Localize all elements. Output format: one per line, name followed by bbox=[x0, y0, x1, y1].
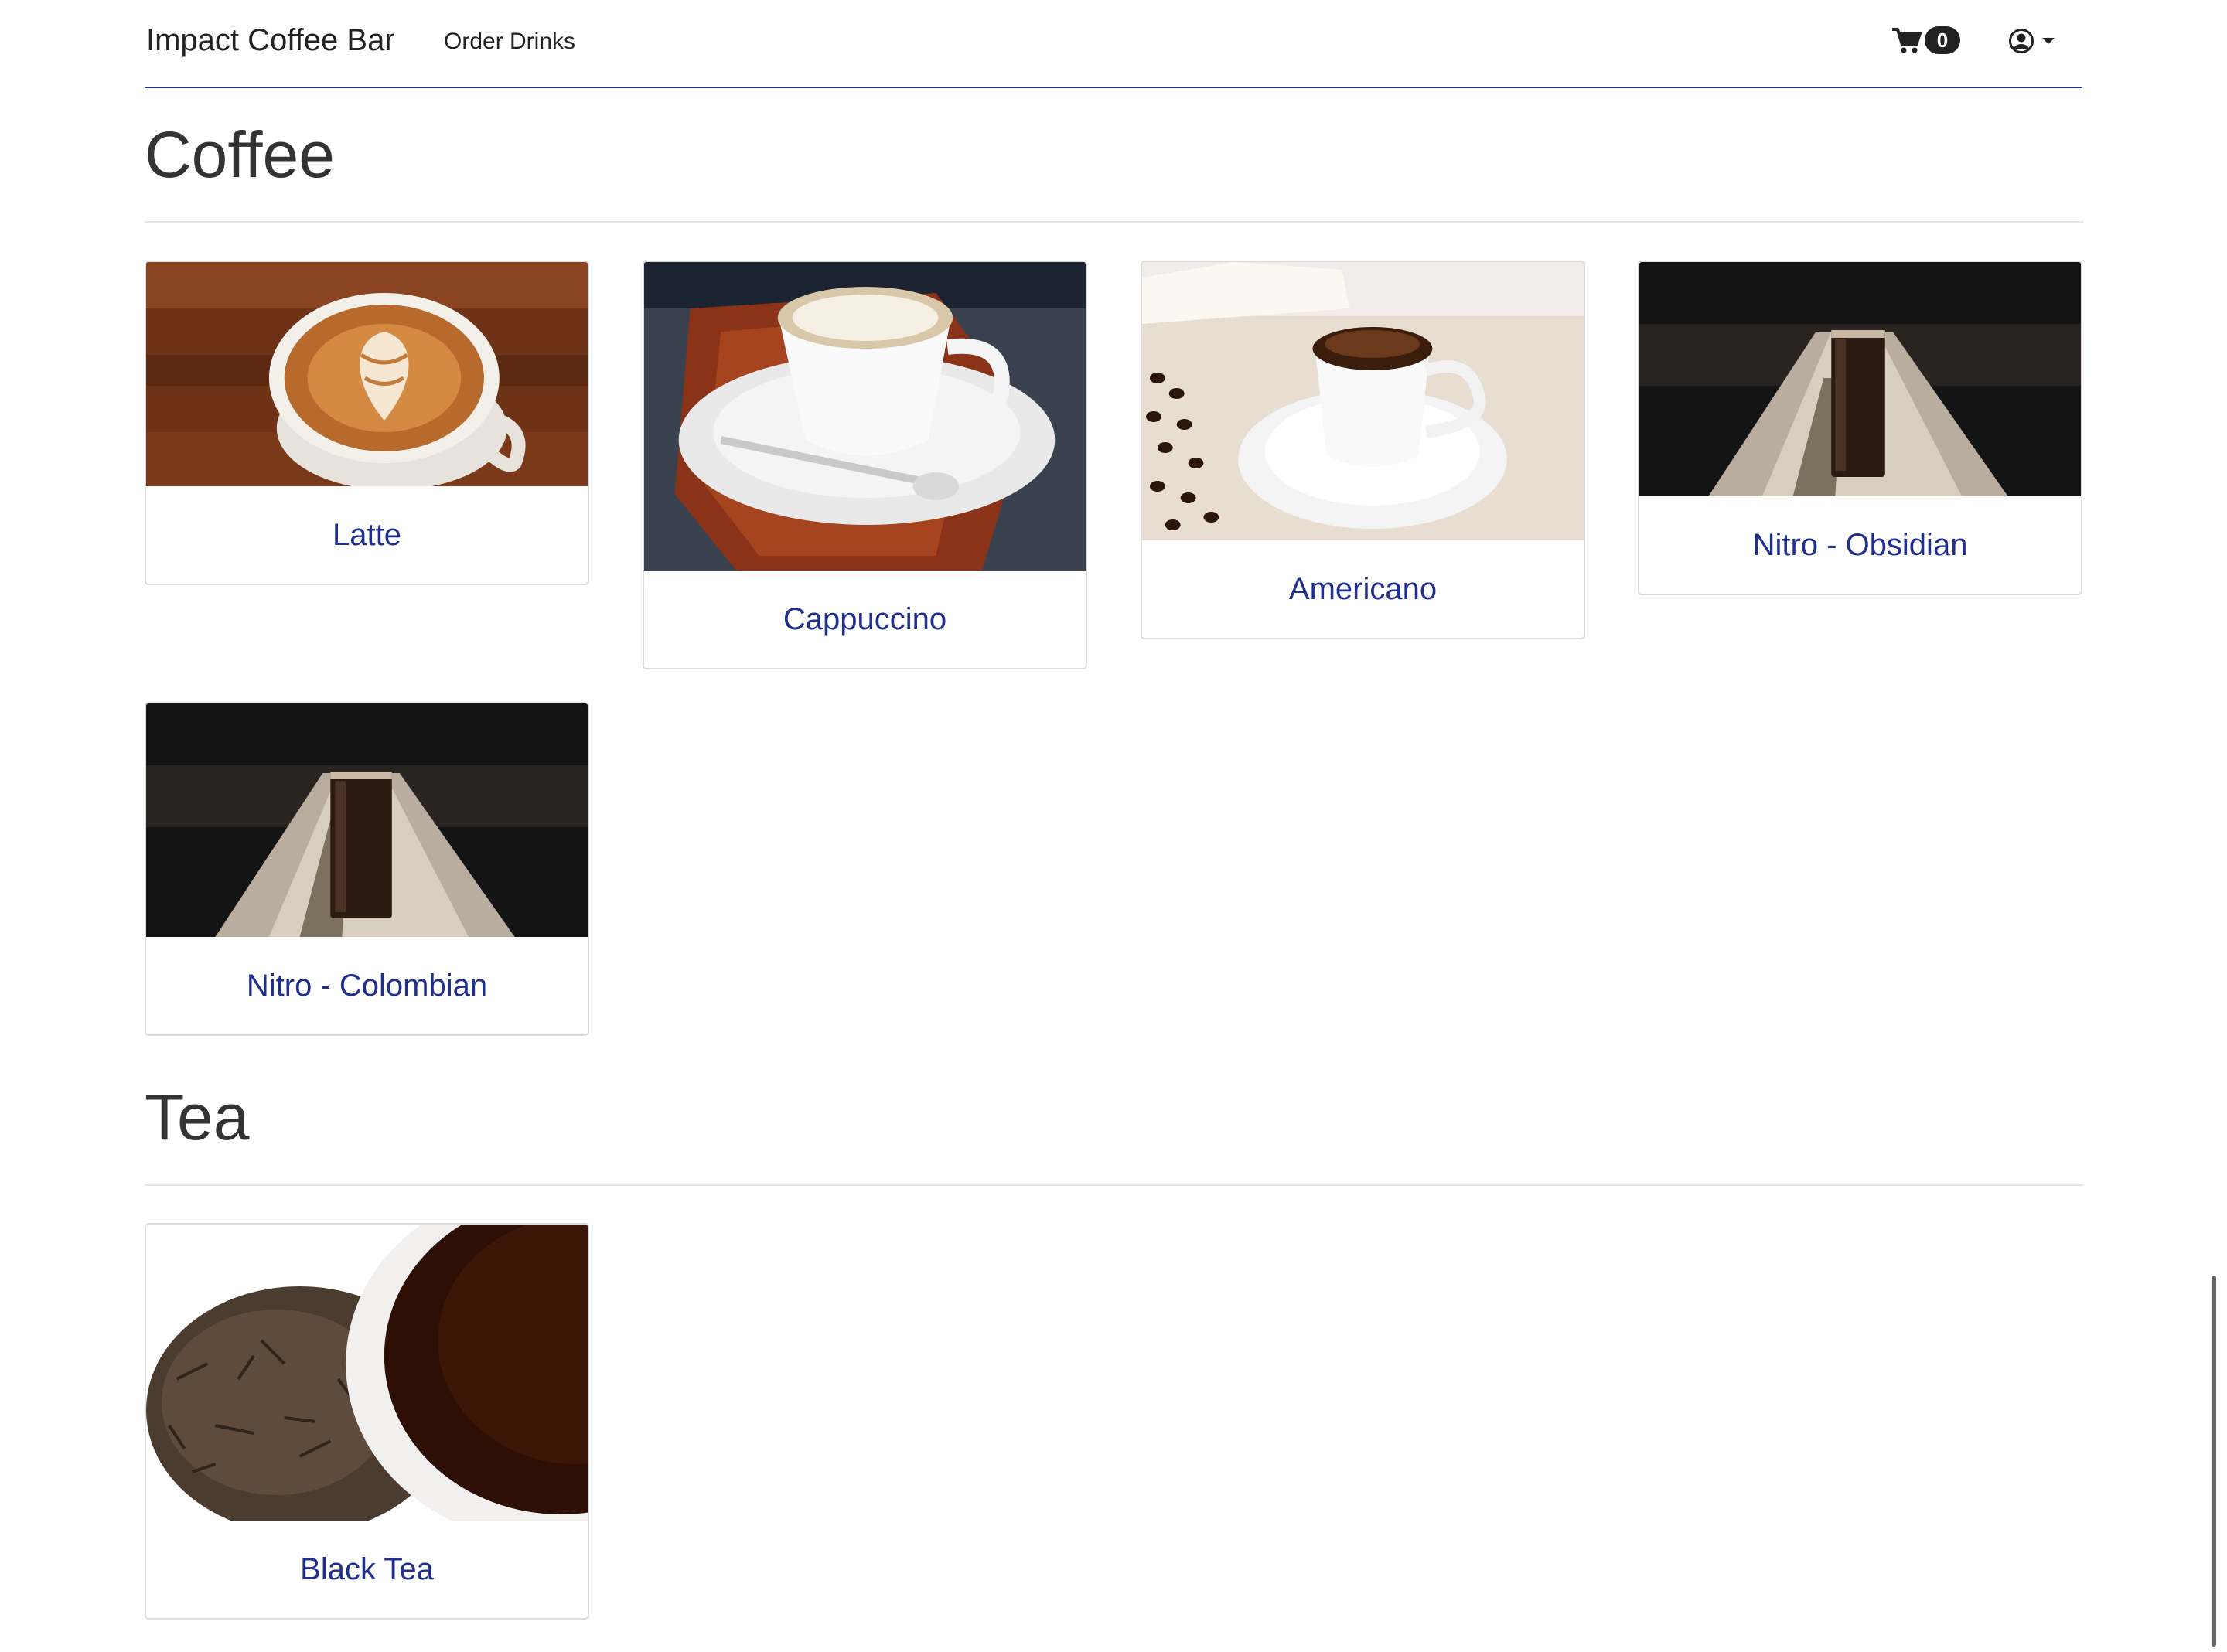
page-scrollbar[interactable] bbox=[2212, 1276, 2216, 1647]
product-card-nitro-colombian[interactable]: Nitro - Colombian bbox=[145, 702, 589, 1036]
product-name: Nitro - Obsidian bbox=[1752, 528, 1968, 562]
caret-down-icon bbox=[2042, 38, 2055, 44]
product-card-americano[interactable]: Americano bbox=[1141, 261, 1585, 639]
section-divider bbox=[145, 221, 2084, 223]
product-card-latte[interactable]: Latte bbox=[145, 261, 589, 585]
product-name: Black Tea bbox=[300, 1552, 434, 1586]
product-name: Americano bbox=[1288, 572, 1437, 606]
cappuccino-image bbox=[644, 262, 1086, 571]
section-title-coffee: Coffee bbox=[145, 118, 335, 191]
nitro-obsidian-image bbox=[1639, 262, 2081, 496]
shopping-cart-icon bbox=[1892, 28, 1922, 53]
americano-image bbox=[1142, 262, 1584, 540]
product-name: Cappuccino bbox=[783, 602, 947, 636]
user-circle-icon bbox=[2009, 29, 2034, 53]
nitro-colombian-image bbox=[146, 703, 588, 937]
top-navbar: Impact Coffee Bar Order Drinks 0 bbox=[145, 0, 2082, 88]
nav-link-order-drinks[interactable]: Order Drinks bbox=[444, 29, 575, 55]
product-card-cappuccino[interactable]: Cappuccino bbox=[643, 261, 1087, 669]
brand-link[interactable]: Impact Coffee Bar bbox=[146, 23, 395, 58]
cart-count-badge: 0 bbox=[1925, 26, 1960, 54]
section-title-tea: Tea bbox=[145, 1081, 250, 1153]
black-tea-image bbox=[146, 1225, 588, 1521]
section-divider bbox=[145, 1184, 2084, 1186]
user-menu-toggle[interactable] bbox=[2008, 28, 2056, 54]
product-card-nitro-obsidian[interactable]: Nitro - Obsidian bbox=[1638, 261, 2082, 595]
product-card-black-tea[interactable]: Black Tea bbox=[145, 1223, 589, 1620]
product-name: Nitro - Colombian bbox=[246, 969, 488, 1003]
product-name: Latte bbox=[333, 518, 401, 552]
latte-image bbox=[146, 262, 588, 486]
cart-button[interactable]: 0 bbox=[1891, 26, 1960, 54]
